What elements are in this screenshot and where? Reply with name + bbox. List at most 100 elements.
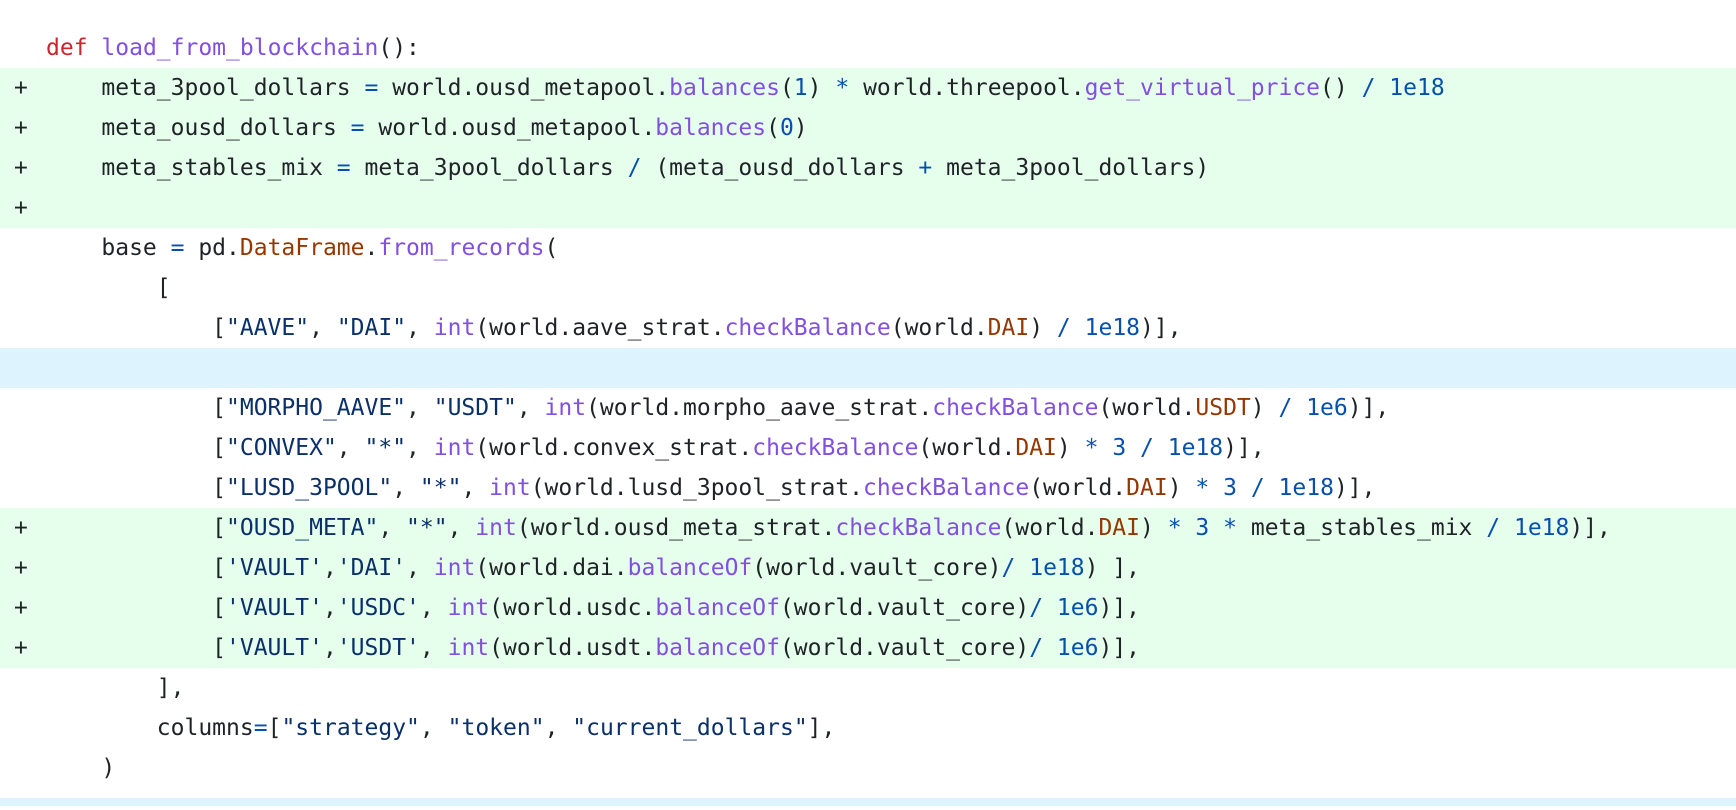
code-token: )], (1223, 435, 1265, 461)
code-token: / (1278, 395, 1293, 421)
code-token: ) (793, 115, 808, 141)
diff-line-context: ["MORPHO_AAVE", "USDT", int(world.morpho… (0, 388, 1736, 428)
code-token: [ (46, 275, 171, 301)
code-token: [ (46, 475, 227, 501)
code-token: ], (807, 715, 836, 741)
code-token: , (447, 515, 476, 541)
code-token: ) (1167, 475, 1196, 501)
code-token: , (406, 315, 434, 341)
code-token: 3 (1195, 515, 1210, 541)
code-token: "LUSD_3POOL" (226, 475, 393, 501)
code-token: * (835, 75, 850, 101)
code-token: DAI (1098, 515, 1140, 541)
code-token: 1e18 (1278, 475, 1334, 501)
code-token: DAI (1015, 435, 1057, 461)
code-token: )], (1098, 595, 1141, 621)
diff-line-added: + meta_3pool_dollars = world.ousd_metapo… (0, 68, 1736, 108)
diff-marker: + (14, 635, 28, 661)
code-token: + (918, 155, 933, 181)
code-text: ) (46, 748, 115, 788)
diff-marker: + (14, 115, 28, 141)
code-token: "DAI" (336, 315, 407, 341)
code-token: , (378, 515, 407, 541)
code-token: ) (1140, 515, 1168, 541)
diff-marker: + (14, 595, 28, 621)
code-token: ) (1029, 315, 1057, 341)
code-token: "OUSD_META" (226, 515, 379, 541)
code-token: ( (544, 235, 559, 261)
code-token: USDT (1195, 395, 1251, 421)
diff-line-context: ) (0, 748, 1736, 788)
code-token: = (253, 715, 268, 741)
code-token: , (336, 435, 365, 461)
code-token: checkBalance (863, 475, 1030, 501)
code-token: )], (1569, 515, 1611, 541)
code-token: , (406, 555, 434, 581)
code-token: "MORPHO_AAVE" (226, 395, 407, 421)
code-token: ) (1250, 395, 1279, 421)
code-token: (world.dai. (475, 555, 628, 581)
code-token: [ (46, 435, 227, 461)
code-token: int (447, 635, 490, 661)
code-token: / (1140, 435, 1154, 461)
code-token: DAI (987, 315, 1030, 341)
diff-line-added: + ["OUSD_META", "*", int(world.ousd_meta… (0, 508, 1736, 548)
code-token: DAI (1126, 475, 1168, 501)
code-token: , (544, 715, 573, 741)
code-token: (world.lusd_3pool_strat. (530, 475, 864, 501)
code-token: 0 (779, 115, 794, 141)
code-token: )], (1347, 395, 1390, 421)
code-token: checkBalance (932, 395, 1099, 421)
code-token: world.ousd_metapool. (364, 115, 656, 141)
code-token: pd. (184, 235, 240, 261)
code-token: meta_3pool_dollars (46, 75, 365, 101)
diff-hunk-separator[interactable] (0, 798, 1736, 806)
code-token: (world. (890, 315, 988, 341)
code-token: "*" (419, 475, 462, 501)
diff-line-added: + ['VAULT','DAI', int(world.dai.balanceO… (0, 548, 1736, 588)
code-token: "token" (447, 715, 545, 741)
code-token: , (322, 635, 337, 661)
code-token: (world.aave_strat. (475, 315, 725, 341)
diff-hunk-separator[interactable] (0, 348, 1736, 388)
code-token: "USDT" (433, 395, 517, 421)
code-token: "AAVE" (226, 315, 310, 341)
code-token: world.threepool. (849, 75, 1085, 101)
code-token: ) (807, 75, 836, 101)
code-token: (world.vault_core) (779, 595, 1030, 621)
code-token: (world.convex_strat. (475, 435, 753, 461)
code-token: DataFrame (239, 235, 365, 261)
code-token: 'VAULT' (226, 635, 323, 661)
code-token: int (489, 475, 531, 501)
code-token: "CONVEX" (226, 435, 337, 461)
code-token: / (627, 155, 642, 181)
code-text: meta_ousd_dollars = world.ousd_metapool.… (46, 108, 808, 148)
code-token: "current_dollars" (572, 715, 808, 741)
diff-line-context: ["CONVEX", "*", int(world.convex_strat.c… (0, 428, 1736, 468)
code-text: ], (46, 668, 185, 708)
code-token: , (322, 555, 337, 581)
code-token: 'VAULT' (226, 555, 323, 581)
code-token: meta_3pool_dollars (350, 155, 628, 181)
code-text: meta_3pool_dollars = world.ousd_metapool… (46, 68, 1445, 108)
code-token: base (46, 235, 171, 261)
code-token: 1e6 (1056, 595, 1099, 621)
code-token: columns (46, 715, 254, 741)
code-token: , (419, 595, 448, 621)
code-token: get_virtual_price (1084, 75, 1321, 101)
code-token: 1e18 (1389, 75, 1445, 101)
diff-marker: + (14, 155, 28, 181)
code-token: / (1250, 475, 1265, 501)
code-token: = (364, 75, 379, 101)
code-text: ["LUSD_3POOL", "*", int(world.lusd_3pool… (46, 468, 1375, 508)
code-text: ['VAULT','USDT', int(world.usdt.balanceO… (46, 628, 1140, 668)
code-token: def (46, 35, 88, 61)
code-token: ) (1056, 435, 1085, 461)
